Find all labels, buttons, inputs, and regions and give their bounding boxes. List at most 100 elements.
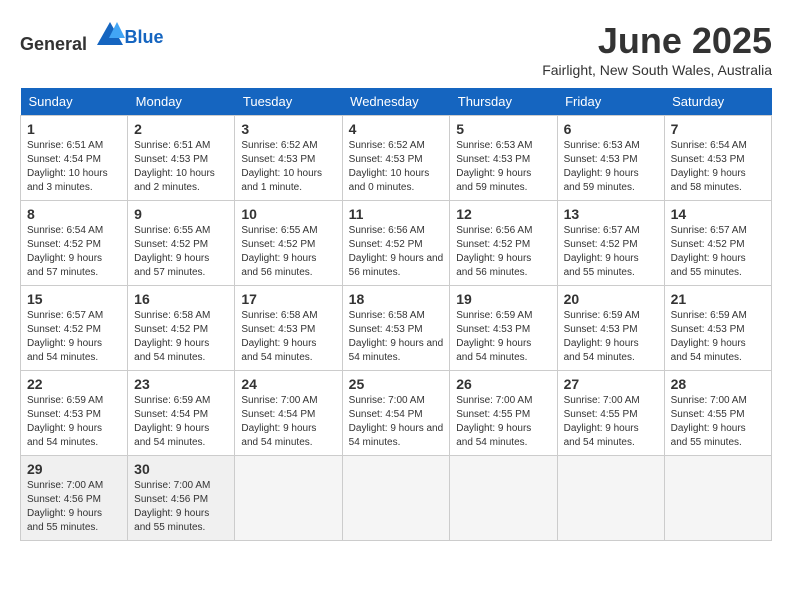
day-info: Sunrise: 6:54 AM Sunset: 4:53 PM Dayligh… <box>671 139 765 195</box>
calendar-cell: 17 Sunrise: 6:58 AM Sunset: 4:53 PM Dayl… <box>235 286 342 371</box>
calendar-cell: 29 Sunrise: 7:00 AM Sunset: 4:56 PM Dayl… <box>21 456 128 541</box>
calendar-cell: 4 Sunrise: 6:52 AM Sunset: 4:53 PM Dayli… <box>342 116 450 201</box>
day-number: 14 <box>671 206 765 222</box>
day-info: Sunrise: 6:59 AM Sunset: 4:53 PM Dayligh… <box>671 309 765 365</box>
calendar-cell: 23 Sunrise: 6:59 AM Sunset: 4:54 PM Dayl… <box>128 371 235 456</box>
header-monday: Monday <box>128 88 235 116</box>
day-info: Sunrise: 6:59 AM Sunset: 4:53 PM Dayligh… <box>456 309 550 365</box>
header-sunday: Sunday <box>21 88 128 116</box>
day-number: 10 <box>241 206 335 222</box>
calendar-cell: 5 Sunrise: 6:53 AM Sunset: 4:53 PM Dayli… <box>450 116 557 201</box>
day-number: 21 <box>671 291 765 307</box>
day-number: 1 <box>27 121 121 137</box>
calendar-cell: 1 Sunrise: 6:51 AM Sunset: 4:54 PM Dayli… <box>21 116 128 201</box>
calendar-cell <box>557 456 664 541</box>
calendar-cell: 11 Sunrise: 6:56 AM Sunset: 4:52 PM Dayl… <box>342 201 450 286</box>
day-info: Sunrise: 6:55 AM Sunset: 4:52 PM Dayligh… <box>134 224 228 280</box>
day-info: Sunrise: 6:57 AM Sunset: 4:52 PM Dayligh… <box>671 224 765 280</box>
day-number: 28 <box>671 376 765 392</box>
day-number: 22 <box>27 376 121 392</box>
calendar-cell: 18 Sunrise: 6:58 AM Sunset: 4:53 PM Dayl… <box>342 286 450 371</box>
calendar-week-row: 1 Sunrise: 6:51 AM Sunset: 4:54 PM Dayli… <box>21 116 772 201</box>
calendar-cell: 20 Sunrise: 6:59 AM Sunset: 4:53 PM Dayl… <box>557 286 664 371</box>
calendar-cell: 7 Sunrise: 6:54 AM Sunset: 4:53 PM Dayli… <box>664 116 771 201</box>
day-number: 12 <box>456 206 550 222</box>
calendar-week-row: 22 Sunrise: 6:59 AM Sunset: 4:53 PM Dayl… <box>21 371 772 456</box>
day-number: 7 <box>671 121 765 137</box>
day-info: Sunrise: 7:00 AM Sunset: 4:56 PM Dayligh… <box>27 479 121 535</box>
day-number: 16 <box>134 291 228 307</box>
calendar-cell: 16 Sunrise: 6:58 AM Sunset: 4:52 PM Dayl… <box>128 286 235 371</box>
calendar-cell: 19 Sunrise: 6:59 AM Sunset: 4:53 PM Dayl… <box>450 286 557 371</box>
day-info: Sunrise: 6:56 AM Sunset: 4:52 PM Dayligh… <box>349 224 444 280</box>
day-info: Sunrise: 6:52 AM Sunset: 4:53 PM Dayligh… <box>349 139 444 195</box>
logo: General Blue <box>20 20 164 55</box>
day-number: 18 <box>349 291 444 307</box>
calendar-cell: 24 Sunrise: 7:00 AM Sunset: 4:54 PM Dayl… <box>235 371 342 456</box>
day-number: 3 <box>241 121 335 137</box>
calendar-week-row: 29 Sunrise: 7:00 AM Sunset: 4:56 PM Dayl… <box>21 456 772 541</box>
calendar-week-row: 8 Sunrise: 6:54 AM Sunset: 4:52 PM Dayli… <box>21 201 772 286</box>
day-info: Sunrise: 6:56 AM Sunset: 4:52 PM Dayligh… <box>456 224 550 280</box>
header-friday: Friday <box>557 88 664 116</box>
day-number: 27 <box>564 376 658 392</box>
day-info: Sunrise: 6:58 AM Sunset: 4:53 PM Dayligh… <box>349 309 444 365</box>
day-info: Sunrise: 6:51 AM Sunset: 4:53 PM Dayligh… <box>134 139 228 195</box>
header-wednesday: Wednesday <box>342 88 450 116</box>
day-number: 26 <box>456 376 550 392</box>
day-info: Sunrise: 6:58 AM Sunset: 4:53 PM Dayligh… <box>241 309 335 365</box>
calendar-cell: 21 Sunrise: 6:59 AM Sunset: 4:53 PM Dayl… <box>664 286 771 371</box>
page-header: General Blue June 2025 Fairlight, New So… <box>20 20 772 78</box>
day-number: 17 <box>241 291 335 307</box>
calendar-cell: 8 Sunrise: 6:54 AM Sunset: 4:52 PM Dayli… <box>21 201 128 286</box>
day-info: Sunrise: 6:55 AM Sunset: 4:52 PM Dayligh… <box>241 224 335 280</box>
day-info: Sunrise: 6:52 AM Sunset: 4:53 PM Dayligh… <box>241 139 335 195</box>
calendar-cell: 15 Sunrise: 6:57 AM Sunset: 4:52 PM Dayl… <box>21 286 128 371</box>
calendar-cell <box>235 456 342 541</box>
calendar-cell: 9 Sunrise: 6:55 AM Sunset: 4:52 PM Dayli… <box>128 201 235 286</box>
day-number: 11 <box>349 206 444 222</box>
title-section: June 2025 Fairlight, New South Wales, Au… <box>542 20 772 78</box>
calendar-cell: 12 Sunrise: 6:56 AM Sunset: 4:52 PM Dayl… <box>450 201 557 286</box>
day-info: Sunrise: 6:51 AM Sunset: 4:54 PM Dayligh… <box>27 139 121 195</box>
calendar-cell: 3 Sunrise: 6:52 AM Sunset: 4:53 PM Dayli… <box>235 116 342 201</box>
day-number: 23 <box>134 376 228 392</box>
day-number: 4 <box>349 121 444 137</box>
day-number: 8 <box>27 206 121 222</box>
calendar-cell: 6 Sunrise: 6:53 AM Sunset: 4:53 PM Dayli… <box>557 116 664 201</box>
day-info: Sunrise: 6:54 AM Sunset: 4:52 PM Dayligh… <box>27 224 121 280</box>
day-info: Sunrise: 7:00 AM Sunset: 4:55 PM Dayligh… <box>671 394 765 450</box>
calendar-cell: 30 Sunrise: 7:00 AM Sunset: 4:56 PM Dayl… <box>128 456 235 541</box>
calendar-cell: 2 Sunrise: 6:51 AM Sunset: 4:53 PM Dayli… <box>128 116 235 201</box>
day-number: 13 <box>564 206 658 222</box>
day-info: Sunrise: 6:57 AM Sunset: 4:52 PM Dayligh… <box>564 224 658 280</box>
day-info: Sunrise: 6:53 AM Sunset: 4:53 PM Dayligh… <box>564 139 658 195</box>
day-info: Sunrise: 6:59 AM Sunset: 4:53 PM Dayligh… <box>564 309 658 365</box>
location-title: Fairlight, New South Wales, Australia <box>542 62 772 78</box>
header-saturday: Saturday <box>664 88 771 116</box>
calendar-cell: 10 Sunrise: 6:55 AM Sunset: 4:52 PM Dayl… <box>235 201 342 286</box>
day-number: 20 <box>564 291 658 307</box>
day-number: 30 <box>134 461 228 477</box>
day-number: 19 <box>456 291 550 307</box>
calendar-cell: 26 Sunrise: 7:00 AM Sunset: 4:55 PM Dayl… <box>450 371 557 456</box>
calendar-cell: 13 Sunrise: 6:57 AM Sunset: 4:52 PM Dayl… <box>557 201 664 286</box>
day-number: 5 <box>456 121 550 137</box>
day-number: 24 <box>241 376 335 392</box>
header-tuesday: Tuesday <box>235 88 342 116</box>
day-info: Sunrise: 6:57 AM Sunset: 4:52 PM Dayligh… <box>27 309 121 365</box>
calendar-cell <box>342 456 450 541</box>
calendar-cell: 22 Sunrise: 6:59 AM Sunset: 4:53 PM Dayl… <box>21 371 128 456</box>
logo-blue: Blue <box>125 27 164 48</box>
calendar-week-row: 15 Sunrise: 6:57 AM Sunset: 4:52 PM Dayl… <box>21 286 772 371</box>
day-info: Sunrise: 7:00 AM Sunset: 4:54 PM Dayligh… <box>349 394 444 450</box>
calendar-cell: 27 Sunrise: 7:00 AM Sunset: 4:55 PM Dayl… <box>557 371 664 456</box>
calendar-cell <box>664 456 771 541</box>
day-info: Sunrise: 6:59 AM Sunset: 4:53 PM Dayligh… <box>27 394 121 450</box>
day-number: 9 <box>134 206 228 222</box>
calendar-table: SundayMondayTuesdayWednesdayThursdayFrid… <box>20 88 772 541</box>
calendar-header-row: SundayMondayTuesdayWednesdayThursdayFrid… <box>21 88 772 116</box>
day-info: Sunrise: 6:59 AM Sunset: 4:54 PM Dayligh… <box>134 394 228 450</box>
day-number: 2 <box>134 121 228 137</box>
day-info: Sunrise: 7:00 AM Sunset: 4:55 PM Dayligh… <box>564 394 658 450</box>
